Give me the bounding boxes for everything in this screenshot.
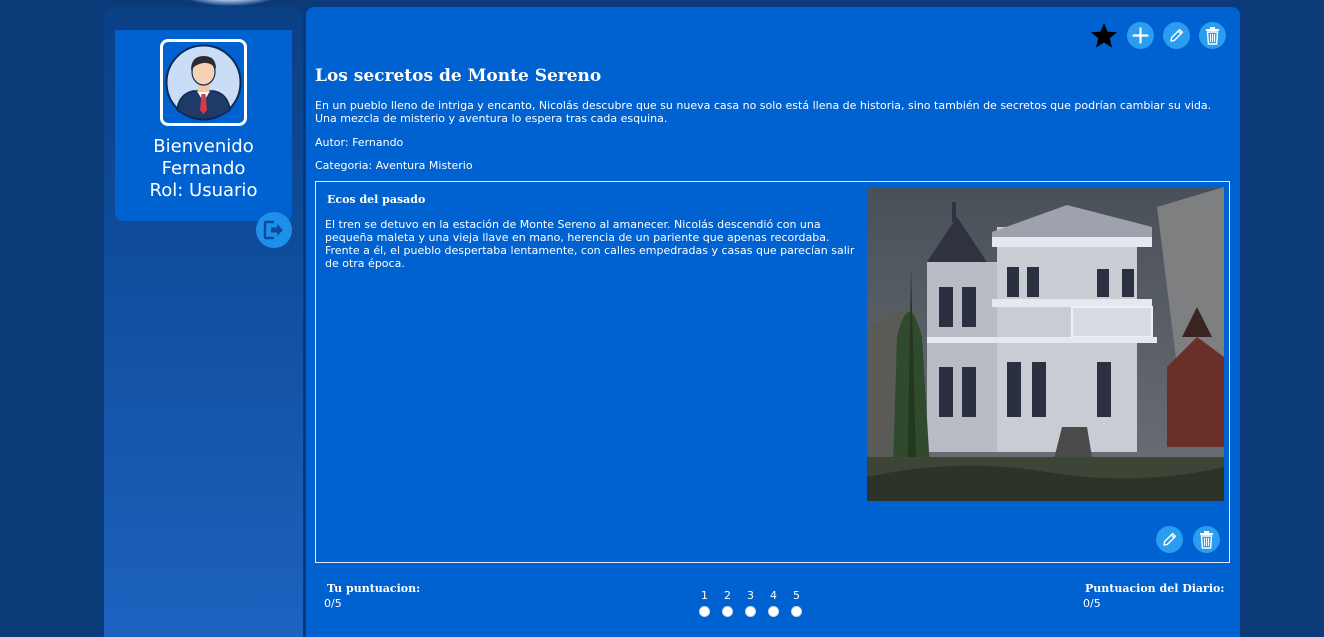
- avatar: [160, 39, 247, 126]
- pencil-icon: [1163, 532, 1177, 546]
- rating-option-4[interactable]: 4: [766, 589, 781, 617]
- user-role: Rol: Usuario: [149, 180, 258, 201]
- edit-diary-button[interactable]: [1163, 21, 1190, 49]
- rating-radio[interactable]: [699, 606, 710, 617]
- user-avatar-icon: [165, 44, 242, 121]
- diary-toolbar: [1090, 21, 1226, 49]
- rating-option-label: 4: [770, 589, 777, 602]
- user-score-label: Tu puntuacion:: [327, 582, 421, 595]
- rating-radio[interactable]: [722, 606, 733, 617]
- rating-option-3[interactable]: 3: [743, 589, 758, 617]
- rating-radio[interactable]: [745, 606, 756, 617]
- favorite-button[interactable]: [1090, 21, 1118, 49]
- chapter-actions: [1156, 526, 1220, 553]
- pencil-icon: [1170, 28, 1184, 42]
- edit-chapter-button[interactable]: [1156, 526, 1183, 553]
- trash-icon: [1200, 531, 1213, 549]
- rating-selector: 1 2 3 4 5: [697, 589, 804, 617]
- trash-icon: [1206, 26, 1219, 45]
- diary-score: Puntuacion del Diario: 0/5: [1083, 582, 1224, 610]
- rating-option-label: 3: [747, 589, 754, 602]
- diary-title: Los secretos de Monte Sereno: [315, 66, 602, 86]
- chapter-image: [867, 187, 1224, 501]
- rating-option-label: 1: [701, 589, 708, 602]
- diary-category: Categoria: Aventura Misterio: [315, 159, 473, 172]
- rating-radio[interactable]: [768, 606, 779, 617]
- rating-option-5[interactable]: 5: [789, 589, 804, 617]
- profile-card: Bienvenido Fernando Rol: Usuario: [115, 30, 292, 221]
- user-score: Tu puntuacion: 0/5: [324, 582, 420, 610]
- plus-icon: [1132, 26, 1149, 44]
- top-glow-decoration: [175, 0, 285, 6]
- chapter-text: El tren se detuvo en la estación de Mont…: [325, 218, 855, 270]
- diary-description: En un pueblo lleno de intriga y encanto,…: [315, 99, 1212, 125]
- star-icon: [1091, 22, 1117, 48]
- rating-option-label: 5: [793, 589, 800, 602]
- diary-score-label: Puntuacion del Diario:: [1085, 582, 1225, 595]
- add-chapter-button[interactable]: [1127, 21, 1154, 49]
- delete-diary-button[interactable]: [1199, 21, 1226, 49]
- logout-button[interactable]: [256, 212, 292, 248]
- sidebar: Bienvenido Fernando Rol: Usuario: [104, 7, 303, 637]
- diary-panel: Los secretos de Monte Sereno En un puebl…: [306, 7, 1240, 637]
- user-name: Fernando: [161, 158, 246, 179]
- rating-option-2[interactable]: 2: [720, 589, 735, 617]
- rating-option-1[interactable]: 1: [697, 589, 712, 617]
- delete-chapter-button[interactable]: [1193, 526, 1220, 553]
- rating-radio[interactable]: [791, 606, 802, 617]
- logout-icon: [263, 220, 283, 240]
- welcome-text: Bienvenido: [153, 136, 254, 157]
- rating-option-label: 2: [724, 589, 731, 602]
- diary-score-value: 0/5: [1083, 597, 1101, 610]
- diary-author: Autor: Fernando: [315, 136, 404, 149]
- welcome-block: Bienvenido Fernando Rol: Usuario: [115, 136, 292, 202]
- chapter-card: Ecos del pasado El tren se detuvo en la …: [315, 181, 1230, 563]
- user-score-value: 0/5: [324, 597, 342, 610]
- chapter-title: Ecos del pasado: [327, 193, 426, 206]
